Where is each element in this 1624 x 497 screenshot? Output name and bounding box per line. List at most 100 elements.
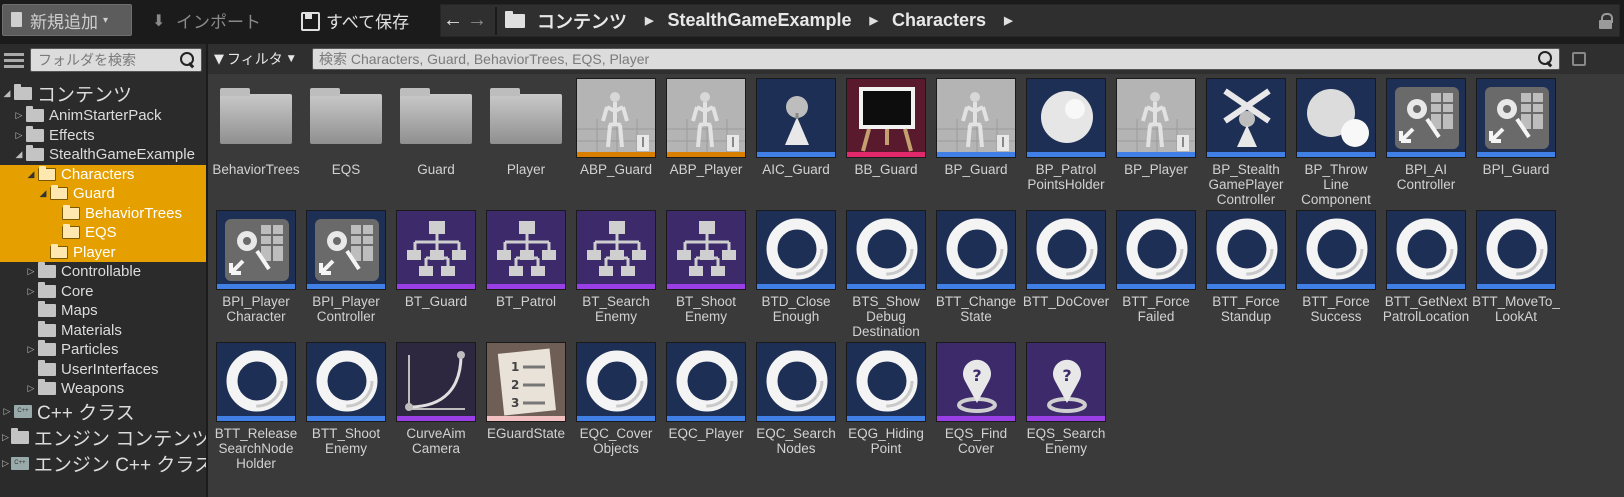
asset-tile[interactable]: BB_Guard bbox=[846, 78, 926, 177]
tree-item[interactable]: ▷ Weapons bbox=[0, 379, 206, 399]
asset-tile[interactable]: EQC_Search Nodes bbox=[756, 342, 836, 456]
asset-tile[interactable]: AIC_Guard bbox=[756, 78, 836, 177]
asset-tile[interactable]: BTT_Force Standup bbox=[1206, 210, 1286, 324]
collapsed-arrow-icon[interactable]: ▷ bbox=[14, 110, 24, 121]
asset-tile[interactable]: ? EQS_Search Enemy bbox=[1026, 342, 1106, 456]
save-search-icon[interactable] bbox=[1572, 52, 1586, 66]
folder-search-input[interactable]: フォルダを検索 bbox=[30, 48, 202, 72]
tree-item[interactable]: Player bbox=[0, 242, 206, 262]
tree-item[interactable]: ▷ C++ C++ クラス bbox=[0, 399, 206, 425]
folder-tile[interactable]: Guard bbox=[396, 78, 476, 177]
asset-tile[interactable]: BTT_Force Success bbox=[1296, 210, 1376, 324]
breadcrumb-item[interactable]: Characters bbox=[892, 10, 986, 31]
asset-type-color-strip bbox=[487, 284, 565, 289]
asset-search-placeholder: 検索 Characters, Guard, BehaviorTrees, EQS… bbox=[319, 51, 650, 67]
breadcrumb-item[interactable]: コンテンツ bbox=[537, 8, 627, 34]
asset-tile[interactable]: BP_Player bbox=[1116, 78, 1196, 177]
folder-tile[interactable]: BehaviorTrees bbox=[212, 78, 300, 177]
expanded-arrow-icon[interactable]: ◢ bbox=[14, 149, 24, 160]
tree-item[interactable]: ◢ Characters bbox=[0, 164, 206, 184]
import-button[interactable]: ⬇ インポート bbox=[148, 4, 278, 36]
filter-button[interactable]: ▼ フィルタ ▼ bbox=[214, 49, 312, 69]
asset-tile[interactable]: EQC_Cover Objects bbox=[576, 342, 656, 456]
collapsed-arrow-icon[interactable]: ▷ bbox=[26, 286, 36, 297]
asset-tile[interactable]: BTS_Show Debug Destination bbox=[846, 210, 926, 339]
collapsed-arrow-icon[interactable]: ▷ bbox=[26, 344, 36, 355]
add-new-button[interactable]: 新規追加 ▾ bbox=[2, 4, 132, 36]
tree-item[interactable]: EQS bbox=[0, 223, 206, 243]
tree-item[interactable]: ▷ Effects bbox=[0, 125, 206, 146]
tree-item[interactable]: ▷ Particles bbox=[0, 340, 206, 360]
asset-tile[interactable]: BP_Throw Line Component bbox=[1296, 78, 1376, 207]
asset-tile[interactable]: BTT_GetNext PatrolLocation bbox=[1383, 210, 1469, 324]
tree-item[interactable]: Maps bbox=[0, 301, 206, 321]
asset-tile[interactable]: BPI_Player Character bbox=[216, 210, 296, 324]
tree-item[interactable]: ▷ Controllable bbox=[0, 262, 206, 282]
breadcrumb-arrow-icon[interactable]: ▶ bbox=[645, 14, 653, 27]
tree-item[interactable]: BehaviorTrees bbox=[0, 203, 206, 223]
asset-tile[interactable]: BTT_Force Failed bbox=[1116, 210, 1196, 324]
folder-icon bbox=[38, 281, 56, 298]
folder-tile[interactable]: Player bbox=[486, 78, 566, 177]
add-new-label: 新規追加 bbox=[30, 12, 98, 33]
tree-item[interactable]: ▷ Core bbox=[0, 281, 206, 302]
asset-tile[interactable]: BPI_AI Controller bbox=[1386, 78, 1466, 192]
breadcrumb-item[interactable]: StealthGameExample bbox=[667, 10, 851, 31]
asset-tile[interactable]: BTD_Close Enough bbox=[756, 210, 836, 324]
asset-tile[interactable]: BTT_Release SearchNode Holder bbox=[215, 342, 297, 471]
asset-type-color-strip bbox=[1387, 284, 1465, 289]
back-arrow-icon[interactable]: ← bbox=[441, 9, 465, 32]
tree-item[interactable]: ▷ エンジン コンテンツ bbox=[0, 425, 206, 451]
asset-tile[interactable]: BTT_Change State bbox=[936, 210, 1016, 324]
lock-icon[interactable] bbox=[1599, 13, 1613, 29]
asset-tile[interactable]: ABP_Player bbox=[666, 78, 746, 177]
folder-tile[interactable]: EQS bbox=[306, 78, 386, 177]
expanded-arrow-icon[interactable]: ◢ bbox=[2, 88, 12, 99]
tree-item[interactable]: Materials bbox=[0, 320, 206, 341]
expanded-arrow-icon[interactable]: ◢ bbox=[38, 188, 48, 199]
tree-item[interactable]: ▷ AnimStarterPack bbox=[0, 106, 206, 126]
asset-tile[interactable]: ABP_Guard bbox=[576, 78, 656, 177]
tree-item[interactable]: UserInterfaces bbox=[0, 359, 206, 380]
asset-tile[interactable]: EQC_Player bbox=[666, 342, 746, 441]
asset-tile[interactable]: BTT_MoveTo_ LookAt bbox=[1472, 210, 1560, 324]
asset-tile[interactable]: CurveAim Camera bbox=[396, 342, 476, 456]
collapsed-arrow-icon[interactable]: ▷ bbox=[14, 130, 24, 141]
tree-item[interactable]: ▷ C++ エンジン C++ クラス bbox=[0, 451, 206, 477]
asset-tile[interactable]: EQG_Hiding Point bbox=[846, 342, 926, 456]
character-thumbnail-icon bbox=[936, 78, 1016, 158]
forward-arrow-icon[interactable]: → bbox=[465, 9, 489, 32]
asset-tile[interactable]: BT_Shoot Enemy bbox=[666, 210, 746, 324]
folder-icon bbox=[26, 145, 44, 162]
asset-tile[interactable]: BPI_Guard bbox=[1476, 78, 1556, 177]
asset-tile[interactable]: BP_Stealth GamePlayer Controller bbox=[1206, 78, 1286, 207]
collapsed-arrow-icon[interactable]: ▷ bbox=[2, 458, 9, 469]
save-all-label: すべて保存 bbox=[326, 12, 410, 33]
asset-tile[interactable]: BP_Patrol PointsHolder bbox=[1026, 78, 1106, 192]
tree-item[interactable]: ◢ StealthGameExample bbox=[0, 145, 206, 165]
asset-tile[interactable]: BTT_Shoot Enemy bbox=[306, 342, 386, 456]
asset-tile[interactable]: BPI_Player Controller bbox=[306, 210, 386, 324]
expanded-arrow-icon[interactable]: ◢ bbox=[26, 169, 36, 180]
tree-item[interactable]: ◢ Guard bbox=[0, 184, 206, 204]
view-options-icon[interactable] bbox=[4, 51, 24, 69]
asset-tile[interactable]: BT_Search Enemy bbox=[576, 210, 656, 324]
breadcrumb-arrow-icon[interactable]: ▶ bbox=[1004, 14, 1012, 27]
tree-item[interactable]: ◢ コンテンツ bbox=[0, 80, 206, 106]
breadcrumb-arrow-icon[interactable]: ▶ bbox=[870, 14, 878, 27]
folder-icon[interactable] bbox=[505, 10, 525, 28]
asset-search-input[interactable]: 検索 Characters, Guard, BehaviorTrees, EQS… bbox=[312, 48, 1560, 70]
save-all-button[interactable]: すべて保存 bbox=[296, 4, 424, 36]
asset-tile[interactable]: BT_Patrol bbox=[486, 210, 566, 309]
collapsed-arrow-icon[interactable]: ▷ bbox=[2, 432, 9, 443]
collapsed-arrow-icon[interactable]: ▷ bbox=[2, 406, 12, 417]
asset-type-color-strip bbox=[217, 284, 295, 289]
folder-icon bbox=[62, 224, 80, 240]
asset-tile[interactable]: BTT_DoCover bbox=[1023, 210, 1109, 309]
asset-tile[interactable]: ? EQS_Find Cover bbox=[936, 342, 1016, 456]
collapsed-arrow-icon[interactable]: ▷ bbox=[26, 266, 36, 277]
collapsed-arrow-icon[interactable]: ▷ bbox=[26, 383, 36, 394]
asset-tile[interactable]: 1 2 3 EGuardState bbox=[486, 342, 566, 441]
asset-tile[interactable]: BT_Guard bbox=[396, 210, 476, 309]
asset-tile[interactable]: BP_Guard bbox=[936, 78, 1016, 177]
